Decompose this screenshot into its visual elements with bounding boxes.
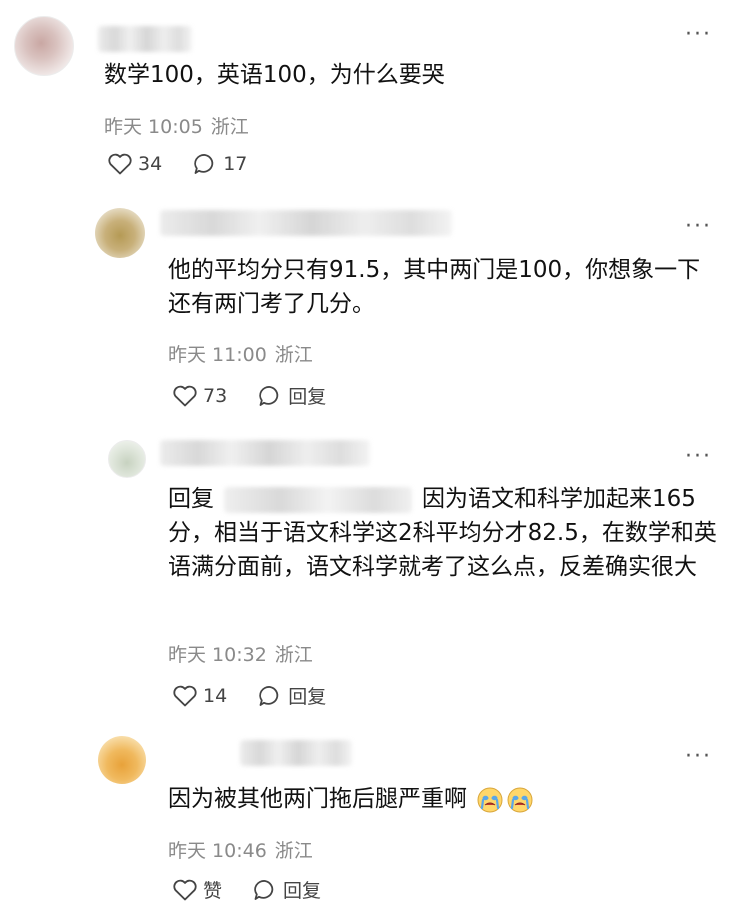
comment-meta: 昨天 11:00 浙江 [168,340,313,367]
heart-outline-icon [173,685,197,706]
avatar[interactable] [98,736,146,784]
comment-text: 回复 因为语文和科学加起来165分，相当于语文科学这2科平均分才82.5，在数学和… [168,482,718,584]
username-blurred[interactable] [160,210,452,236]
more-options-button[interactable]: ··· [685,746,712,768]
comment-button[interactable]: 17 [192,152,247,176]
heart-outline-icon [173,879,197,900]
comment-time: 昨天 11:00 [168,344,267,366]
username-blurred[interactable] [240,740,352,766]
like-button[interactable]: 73 [172,384,227,408]
more-options-button[interactable]: ··· [685,216,712,238]
reply-button[interactable]: 回复 [252,876,321,903]
comment-location: 浙江 [274,840,313,862]
comment-actions: 73 回复 [172,382,356,409]
comment-actions: 赞 回复 [172,876,351,903]
speech-bubble-icon [194,154,214,174]
reply-label: 回复 [288,686,327,708]
avatar[interactable] [95,208,145,258]
comment-text: 数学100，英语100，为什么要哭 [104,62,445,88]
like-count: 34 [138,153,163,175]
comment-meta: 昨天 10:32 浙江 [168,640,313,667]
reply-label: 回复 [283,880,322,902]
like-button[interactable]: 34 [107,152,162,176]
reply-prefix: 回复 [168,486,214,512]
crying-face-emoji [477,787,503,812]
like-button[interactable]: 14 [172,684,227,708]
reply-count: 17 [223,153,248,175]
comment-time: 昨天 10:46 [168,840,267,862]
like-label: 赞 [203,880,223,902]
comment-body: 因为被其他两门拖后腿严重啊 [168,786,467,812]
speech-bubble-icon [254,879,274,900]
reply-button[interactable]: 回复 [257,682,326,709]
comment-actions: 34 17 [107,152,277,176]
comment-time: 昨天 10:32 [168,644,267,666]
reply-button[interactable]: 回复 [257,382,326,409]
comment-meta: 昨天 10:46 浙江 [168,836,313,863]
like-button[interactable]: 赞 [172,876,222,903]
comment-meta: 昨天 10:05 浙江 [104,112,249,139]
username-blurred[interactable] [98,26,192,52]
comment-text: 因为被其他两门拖后腿严重啊 [168,782,688,816]
like-count: 73 [203,384,228,407]
comment-text: 他的平均分只有91.5，其中两门是100，你想象一下还有两门考了几分。 [168,257,701,317]
like-count: 14 [203,684,228,707]
reply-to-username-blurred[interactable] [224,486,412,513]
heart-outline-icon [108,153,132,175]
comment-location: 浙江 [210,116,249,138]
more-options-button[interactable]: ··· [685,446,712,468]
avatar[interactable] [108,440,146,478]
comment-location: 浙江 [274,344,313,366]
comment-time: 昨天 10:05 [104,116,203,138]
username-blurred[interactable] [160,440,370,466]
comment-actions: 14 回复 [172,682,356,709]
speech-bubble-icon [259,385,279,406]
comment-location: 浙江 [274,644,313,666]
crying-face-emoji [507,787,533,812]
more-options-button[interactable]: ··· [685,24,712,46]
speech-bubble-icon [259,685,279,706]
reply-label: 回复 [288,386,327,408]
heart-outline-icon [173,385,197,406]
avatar[interactable] [14,16,74,76]
